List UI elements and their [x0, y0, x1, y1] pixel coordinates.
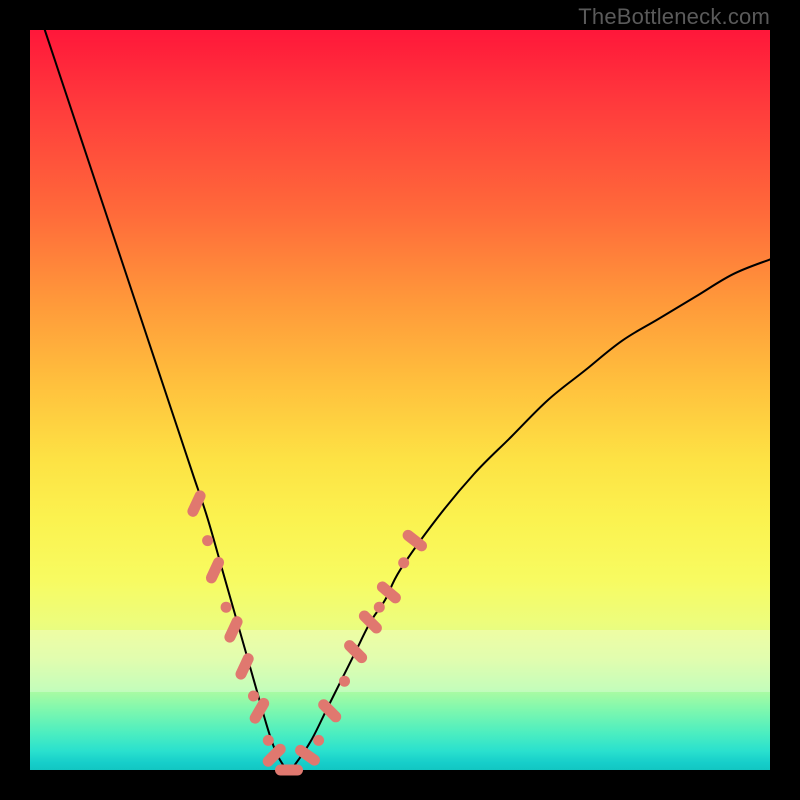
curve-marker-oblong [275, 765, 303, 776]
bottleneck-curve [45, 30, 770, 770]
curve-marker-oblong [400, 528, 429, 554]
curve-marker-dot [248, 691, 259, 702]
curve-marker-oblong [260, 741, 288, 769]
curve-marker-dot [263, 735, 274, 746]
plot-area [30, 30, 770, 770]
curve-marker-oblong [375, 579, 404, 605]
curve-marker-oblong [316, 697, 344, 725]
curve-marker-oblong [234, 651, 256, 681]
curve-marker-oblong [248, 696, 272, 726]
curve-marker-dot [398, 557, 409, 568]
curve-marker-oblong [186, 489, 208, 519]
watermark-text: TheBottleneck.com [578, 4, 770, 30]
curve-marker-dot [339, 676, 350, 687]
curve-marker-dot [221, 602, 232, 613]
curve-marker-oblong [357, 608, 385, 636]
curve-marker-dot [374, 602, 385, 613]
curve-marker-oblong [342, 638, 370, 666]
curve-marker-dot [202, 535, 213, 546]
gradient-pale-band [30, 630, 770, 692]
curve-marker-oblong [293, 743, 322, 768]
curve-markers [186, 489, 430, 776]
curve-marker-oblong [223, 614, 245, 644]
curve-layer [30, 30, 770, 770]
curve-marker-dot [313, 735, 324, 746]
curve-marker-oblong [204, 555, 226, 585]
chart-frame: TheBottleneck.com [0, 0, 800, 800]
